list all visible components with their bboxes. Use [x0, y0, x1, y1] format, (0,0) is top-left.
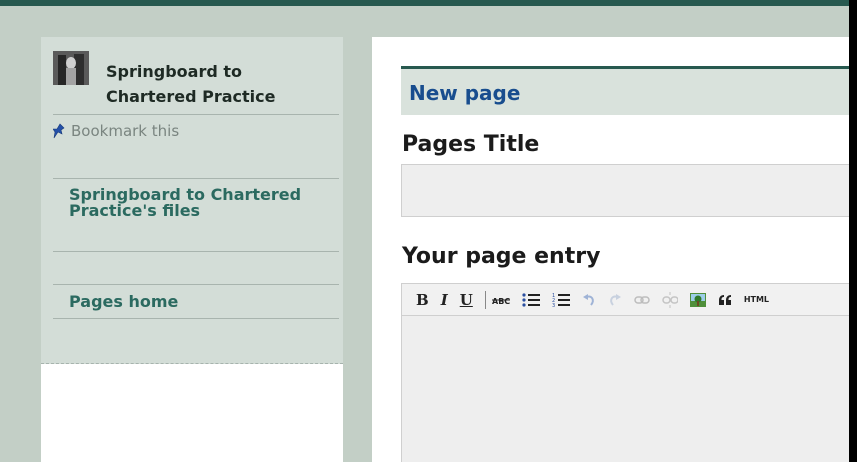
quote-icon: [718, 294, 731, 305]
numbered-list-icon: 1 2 3: [552, 293, 570, 308]
italic-button[interactable]: I: [441, 290, 448, 310]
divider: [53, 318, 339, 319]
divider: [53, 284, 339, 285]
heading-bar: New page: [401, 66, 849, 115]
title-input[interactable]: [401, 164, 849, 217]
underline-button[interactable]: U: [460, 290, 473, 310]
divider: [53, 251, 339, 252]
bookmark-link[interactable]: Bookmark this: [53, 122, 179, 140]
redo-icon: [610, 293, 621, 306]
title-label: Pages Title: [402, 132, 540, 157]
page-frame: Springboard to Chartered Practice Bookma…: [0, 0, 849, 462]
blockquote-button[interactable]: [718, 290, 732, 310]
bullet-list-icon: [522, 292, 540, 307]
unlink-icon: [662, 291, 678, 308]
top-bar: [0, 0, 849, 6]
group-header: Springboard to Chartered Practice: [53, 51, 338, 113]
sidebar-panel: Springboard to Chartered Practice Bookma…: [41, 37, 343, 364]
svg-text:ABC: ABC: [492, 297, 510, 306]
sidebar-link-pages-home[interactable]: Pages home: [69, 294, 329, 310]
avatar-image-icon: [53, 51, 89, 85]
numbered-list-button[interactable]: 1 2 3: [552, 290, 570, 310]
bookmark-label: Bookmark this: [71, 122, 180, 140]
insert-image-button[interactable]: [689, 290, 706, 310]
undo-icon: [582, 293, 594, 306]
image-icon: [689, 292, 706, 307]
main-panel: New page Pages Title Your page entry B I…: [372, 37, 849, 462]
link-button[interactable]: [634, 290, 650, 310]
bold-button[interactable]: B: [416, 290, 429, 310]
sidebar: Springboard to Chartered Practice Bookma…: [41, 37, 343, 462]
pushpin-icon: [53, 123, 65, 138]
toolbar-separator: [484, 290, 486, 309]
undo-button[interactable]: [582, 290, 596, 310]
divider: [53, 114, 339, 115]
divider: [53, 178, 339, 179]
bullet-list-button[interactable]: [522, 290, 540, 310]
strikethrough-icon: ABC: [491, 297, 510, 306]
svg-text:3: 3: [552, 303, 555, 308]
html-source-button[interactable]: HTML: [744, 290, 769, 310]
strikethrough-button[interactable]: ABC: [491, 290, 510, 310]
sidebar-link-files[interactable]: Springboard to Chartered Practice's file…: [69, 187, 329, 219]
page-heading: New page: [409, 81, 521, 105]
group-name[interactable]: Springboard to Chartered Practice: [106, 59, 336, 109]
unlink-button[interactable]: [662, 290, 678, 310]
redo-button[interactable]: [608, 290, 622, 310]
editor-toolbar: B I U ABC 1 2 3 HTML: [401, 283, 849, 315]
link-icon: [634, 295, 650, 304]
page-entry-editor[interactable]: [401, 315, 849, 462]
entry-label: Your page entry: [402, 244, 601, 269]
group-avatar[interactable]: [53, 51, 89, 85]
